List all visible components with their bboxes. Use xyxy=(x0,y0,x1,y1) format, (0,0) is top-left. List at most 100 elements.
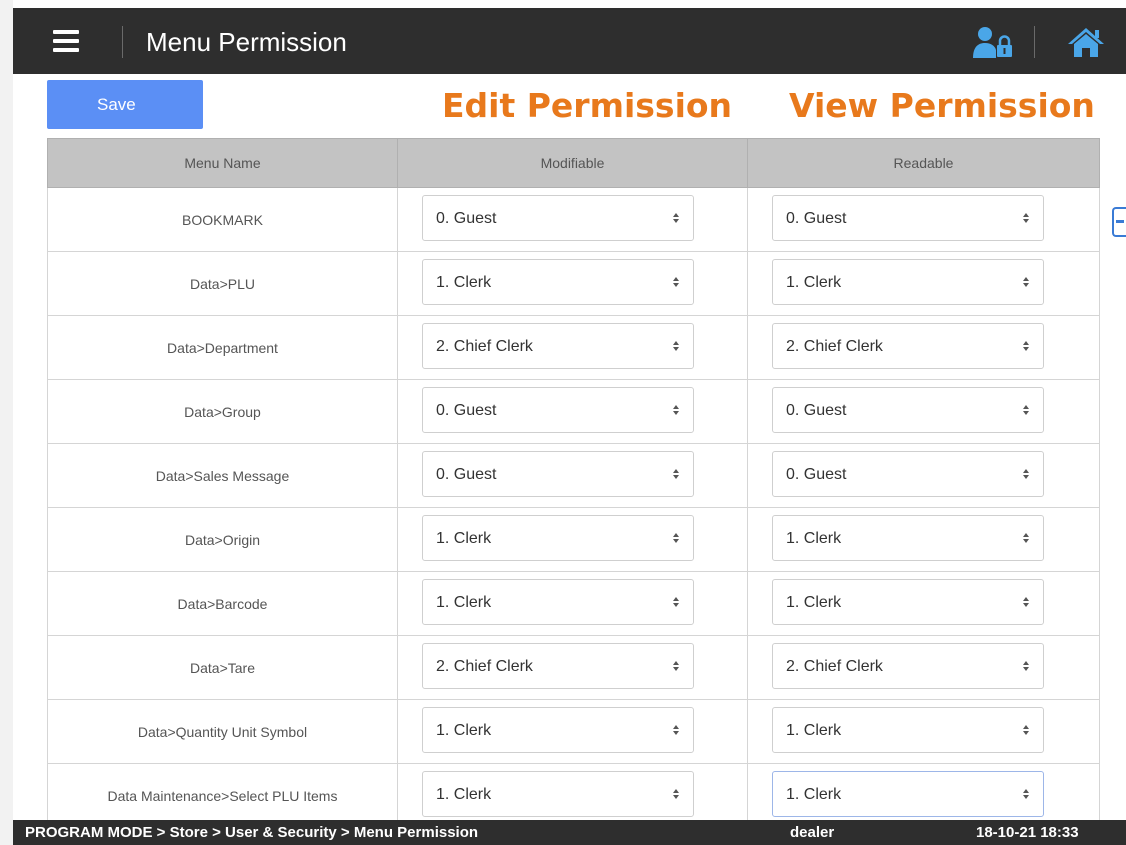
select-arrows-icon xyxy=(673,725,679,735)
readable-select[interactable]: 0. Guest xyxy=(772,387,1044,433)
select-arrows-icon xyxy=(1023,405,1029,415)
view-permission-annotation: View Permission xyxy=(789,86,1095,125)
menu-name-cell: BOOKMARK xyxy=(47,187,398,252)
table-row: Data>Department 2. Chief Clerk 2. Chief … xyxy=(47,315,1100,380)
table-row: Data>Barcode 1. Clerk 1. Clerk xyxy=(47,571,1100,636)
select-arrows-icon xyxy=(1023,341,1029,351)
select-arrows-icon xyxy=(1023,277,1029,287)
select-arrows-icon xyxy=(673,341,679,351)
select-arrows-icon xyxy=(1023,213,1029,223)
selected-value: 1. Clerk xyxy=(786,530,842,547)
selected-value: 1. Clerk xyxy=(436,530,492,547)
page-title: Menu Permission xyxy=(146,27,347,57)
modifiable-select[interactable]: 0. Guest xyxy=(422,387,694,433)
datetime: 18-10-21 18:33 xyxy=(976,824,1079,841)
select-arrows-icon xyxy=(1023,789,1029,799)
selected-value: 1. Clerk xyxy=(786,274,842,291)
selected-value: 0. Guest xyxy=(436,466,497,483)
selected-value: 1. Clerk xyxy=(436,594,492,611)
menu-name-cell: Data>Sales Message xyxy=(47,443,398,508)
select-arrows-icon xyxy=(1023,469,1029,479)
menu-name-cell: Data>Group xyxy=(47,379,398,444)
select-arrows-icon xyxy=(1023,597,1029,607)
select-arrows-icon xyxy=(673,213,679,223)
menu-name-cell: Data>Department xyxy=(47,315,398,380)
readable-select[interactable]: 1. Clerk xyxy=(772,259,1044,305)
selected-value: 0. Guest xyxy=(786,466,847,483)
selected-value: 0. Guest xyxy=(436,210,497,227)
modifiable-select[interactable]: 1. Clerk xyxy=(422,707,694,753)
status-bar: PROGRAM MODE > Store > User & Security >… xyxy=(13,820,1126,845)
divider xyxy=(1034,26,1035,58)
header-readable: Readable xyxy=(747,138,1100,188)
menu-name-cell: Data>Quantity Unit Symbol xyxy=(47,699,398,764)
select-arrows-icon xyxy=(673,597,679,607)
selected-value: 2. Chief Clerk xyxy=(436,338,533,355)
select-arrows-icon xyxy=(673,661,679,671)
selected-value: 0. Guest xyxy=(786,402,847,419)
readable-select[interactable]: 0. Guest xyxy=(772,451,1044,497)
table-row: Data>PLU 1. Clerk 1. Clerk xyxy=(47,251,1100,316)
selected-value: 0. Guest xyxy=(786,210,847,227)
readable-select[interactable]: 2. Chief Clerk xyxy=(772,323,1044,369)
table-header-row: Menu Name Modifiable Readable xyxy=(47,138,1100,188)
selected-value: 1. Clerk xyxy=(786,786,842,803)
table-row: Data>Sales Message 0. Guest 0. Guest xyxy=(47,443,1100,508)
modifiable-select[interactable]: 2. Chief Clerk xyxy=(422,643,694,689)
top-bar: Menu Permission xyxy=(13,8,1126,74)
modifiable-select[interactable]: 1. Clerk xyxy=(422,259,694,305)
header-modifiable: Modifiable xyxy=(397,138,748,188)
selected-value: 0. Guest xyxy=(436,402,497,419)
selected-value: 1. Clerk xyxy=(436,786,492,803)
readable-select[interactable]: 1. Clerk xyxy=(772,707,1044,753)
permission-table: Menu Name Modifiable Readable BOOKMARK 0… xyxy=(47,138,1100,828)
table-row: BOOKMARK 0. Guest 0. Guest xyxy=(47,187,1100,252)
table-row: Data>Group 0. Guest 0. Guest xyxy=(47,379,1100,444)
select-arrows-icon xyxy=(673,405,679,415)
select-arrows-icon xyxy=(673,277,679,287)
home-icon[interactable] xyxy=(1066,26,1106,58)
selected-value: 1. Clerk xyxy=(786,594,842,611)
selected-value: 2. Chief Clerk xyxy=(436,658,533,675)
table-row: Data>Quantity Unit Symbol 1. Clerk 1. Cl… xyxy=(47,699,1100,764)
modifiable-select[interactable]: 1. Clerk xyxy=(422,771,694,817)
select-arrows-icon xyxy=(673,533,679,543)
modifiable-select[interactable]: 0. Guest xyxy=(422,451,694,497)
readable-select[interactable]: 1. Clerk xyxy=(772,771,1044,817)
readable-select[interactable]: 0. Guest xyxy=(772,195,1044,241)
select-arrows-icon xyxy=(673,469,679,479)
selected-value: 2. Chief Clerk xyxy=(786,338,883,355)
breadcrumb: PROGRAM MODE > Store > User & Security >… xyxy=(25,824,479,841)
header-menu-name: Menu Name xyxy=(47,138,398,188)
selected-value: 1. Clerk xyxy=(436,722,492,739)
menu-name-cell: Data>Tare xyxy=(47,635,398,700)
readable-select[interactable]: 1. Clerk xyxy=(772,515,1044,561)
user-lock-icon[interactable] xyxy=(973,26,1013,58)
save-button[interactable]: Save xyxy=(47,80,203,129)
menu-name-cell: Data>PLU xyxy=(47,251,398,316)
menu-name-cell: Data>Barcode xyxy=(47,571,398,636)
select-arrows-icon xyxy=(673,789,679,799)
table-row: Data Maintenance>Select PLU Items 1. Cle… xyxy=(47,763,1100,828)
modifiable-select[interactable]: 0. Guest xyxy=(422,195,694,241)
readable-select[interactable]: 2. Chief Clerk xyxy=(772,643,1044,689)
selected-value: 1. Clerk xyxy=(786,722,842,739)
edit-permission-annotation: Edit Permission xyxy=(442,86,733,125)
menu-name-cell: Data>Origin xyxy=(47,507,398,572)
selected-value: 2. Chief Clerk xyxy=(786,658,883,675)
current-user: dealer xyxy=(790,824,835,841)
select-arrows-icon xyxy=(1023,661,1029,671)
modifiable-select[interactable]: 2. Chief Clerk xyxy=(422,323,694,369)
modifiable-select[interactable]: 1. Clerk xyxy=(422,515,694,561)
divider xyxy=(122,26,123,58)
table-row: Data>Origin 1. Clerk 1. Clerk xyxy=(47,507,1100,572)
hamburger-icon[interactable] xyxy=(53,30,79,52)
readable-select[interactable]: 1. Clerk xyxy=(772,579,1044,625)
select-arrows-icon xyxy=(1023,725,1029,735)
selected-value: 1. Clerk xyxy=(436,274,492,291)
collapse-side-panel-icon[interactable] xyxy=(1112,207,1126,237)
menu-name-cell: Data Maintenance>Select PLU Items xyxy=(47,763,398,828)
table-row: Data>Tare 2. Chief Clerk 2. Chief Clerk xyxy=(47,635,1100,700)
select-arrows-icon xyxy=(1023,533,1029,543)
modifiable-select[interactable]: 1. Clerk xyxy=(422,579,694,625)
